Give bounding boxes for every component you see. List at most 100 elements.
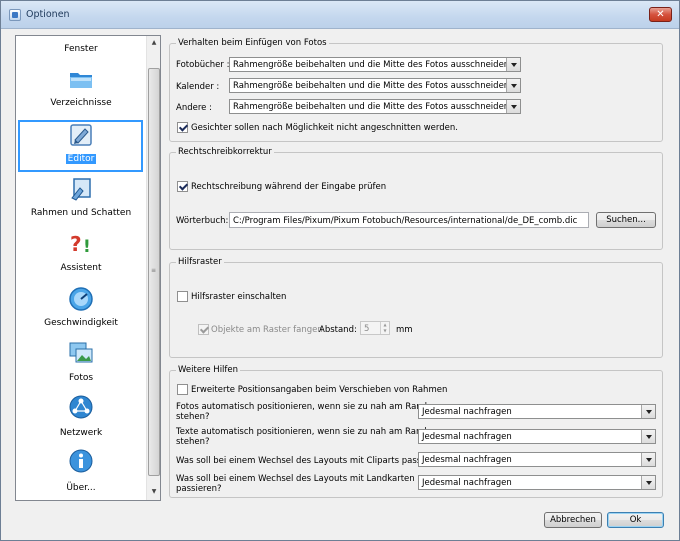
folder-icon (70, 73, 92, 88)
nav-label: Fenster (64, 44, 98, 54)
nav-item-netzwerk[interactable]: Netzwerk (16, 428, 146, 438)
dictionary-label: Wörterbuch: (176, 216, 229, 226)
photos-icon (69, 342, 93, 363)
scroll-grip-icon: ≡ (151, 267, 157, 274)
chevron-down-icon (506, 79, 520, 92)
other-label: Andere : (176, 103, 212, 113)
nav-item-fenster[interactable]: Fenster (16, 44, 146, 54)
app-icon (9, 9, 21, 21)
maps-label: Was soll bei einem Wechsel des Layouts m… (176, 474, 415, 494)
cliparts-label: Was soll bei einem Wechsel des Layouts m… (176, 456, 448, 466)
label-line: passieren? (176, 484, 222, 494)
nav-item-fotos[interactable]: Fotos (16, 373, 146, 383)
distance-spinbox[interactable]: 5 ▲ ▼ (360, 321, 390, 335)
auto-photos-dropdown[interactable]: Jedesmal nachfragen (418, 404, 656, 419)
spinbox-arrows[interactable]: ▲ ▼ (380, 322, 389, 334)
calendar-dropdown[interactable]: Rahmengröße beibehalten und die Mitte de… (229, 78, 521, 93)
nav-label: Editor (65, 154, 97, 164)
chevron-down-icon (641, 430, 655, 443)
maps-dropdown[interactable]: Jedesmal nachfragen (418, 475, 656, 490)
search-dictionary-button[interactable]: Suchen... (596, 212, 656, 228)
scroll-up-arrow-icon[interactable]: ▲ (147, 36, 160, 50)
nav-label: Assistent (60, 263, 102, 273)
editor-icon (70, 124, 92, 146)
category-list[interactable]: Fenster Verzeichnisse Editor Rahmen und … (15, 35, 161, 501)
nav-label: Rahmen und Schatten (30, 208, 132, 218)
nav-item-editor[interactable]: Editor (16, 154, 146, 164)
dropdown-value: Jedesmal nachfragen (422, 407, 512, 417)
calendar-label: Kalender : (176, 82, 220, 92)
nav-label: Über... (66, 483, 96, 493)
scroll-thumb[interactable]: ≡ (148, 68, 160, 476)
group-legend: Rechtschreibkorrektur (176, 147, 274, 157)
nav-item-assistent[interactable]: Assistent (16, 263, 146, 273)
dropdown-value: Rahmengröße beibehalten und die Mitte de… (233, 60, 510, 70)
dropdown-value: Rahmengröße beibehalten und die Mitte de… (233, 81, 510, 91)
extended-position-label: Erweiterte Positionsangaben beim Verschi… (191, 385, 448, 395)
label-line: stehen? (176, 437, 210, 447)
dropdown-value: Jedesmal nachfragen (422, 432, 512, 442)
spinbox-value: 5 (364, 324, 370, 334)
auto-texts-dropdown[interactable]: Jedesmal nachfragen (418, 429, 656, 444)
chevron-down-icon (641, 476, 655, 489)
label-line: Was soll bei einem Wechsel des Layouts m… (176, 474, 415, 484)
group-legend: Hilfsraster (176, 257, 224, 267)
grid-enable-checkbox[interactable] (177, 291, 188, 302)
extended-position-checkbox[interactable] (177, 384, 188, 395)
frame-icon (71, 178, 91, 201)
sidebar-scrollbar[interactable]: ▲ ≡ ▼ (146, 36, 160, 500)
group-legend: Verhalten beim Einfügen von Fotos (176, 38, 329, 48)
other-dropdown[interactable]: Rahmengröße beibehalten und die Mitte de… (229, 99, 521, 114)
dropdown-value: Rahmengröße beibehalten und die Mitte de… (233, 102, 510, 112)
grid-group: Hilfsraster (169, 257, 663, 358)
options-dialog: Optionen ✕ Fenster Verzeichnisse Editor (0, 0, 680, 541)
faces-checkbox[interactable] (177, 122, 188, 133)
snap-to-grid-checkbox[interactable] (198, 324, 209, 335)
nav-item-rahmen[interactable]: Rahmen und Schatten (16, 208, 146, 218)
cliparts-dropdown[interactable]: Jedesmal nachfragen (418, 452, 656, 467)
nav-label: Netzwerk (59, 428, 103, 438)
nav-label: Verzeichnisse (50, 98, 112, 108)
chevron-down-icon (506, 100, 520, 113)
scroll-down-arrow-icon[interactable]: ▼ (147, 485, 160, 499)
dropdown-value: Jedesmal nachfragen (422, 455, 512, 465)
nav-item-verzeichnisse[interactable]: Verzeichnisse (16, 98, 146, 108)
title-bar[interactable]: Optionen ✕ (1, 1, 679, 29)
close-button[interactable]: ✕ (649, 7, 672, 22)
photobooks-label: Fotobücher : (176, 60, 230, 70)
network-icon (69, 395, 93, 419)
window-title: Optionen (26, 9, 70, 20)
assistant-icon: ? ! (70, 232, 91, 256)
distance-label: Abstand: (319, 325, 357, 335)
snap-to-grid-label: Objekte am Raster fangen (211, 325, 323, 335)
spellcheck-group: Rechtschreibkorrektur (169, 147, 663, 250)
chevron-down-icon (641, 453, 655, 466)
spin-down-icon[interactable]: ▼ (381, 328, 389, 334)
input-value: C:/Program Files/Pixum/Pixum Fotobuch/Re… (233, 216, 578, 226)
dropdown-value: Jedesmal nachfragen (422, 478, 512, 488)
label-line: stehen? (176, 412, 210, 422)
svg-text:?: ? (70, 232, 82, 256)
cancel-button[interactable]: Abbrechen (544, 512, 602, 528)
photobooks-dropdown[interactable]: Rahmengröße beibehalten und die Mitte de… (229, 57, 521, 72)
ok-button[interactable]: Ok (607, 512, 664, 528)
label-line: Texte automatisch positionieren, wenn si… (176, 427, 427, 437)
label-line: Fotos automatisch positionieren, wenn si… (176, 402, 428, 412)
nav-label: Fotos (68, 373, 94, 383)
svg-text:!: ! (83, 237, 91, 256)
faces-label: Gesichter sollen nach Möglichkeit nicht … (191, 123, 458, 133)
chevron-down-icon (506, 58, 520, 71)
auto-photos-label: Fotos automatisch positionieren, wenn si… (176, 402, 427, 422)
nav-label: Geschwindigkeit (44, 318, 118, 328)
grid-enable-label: Hilfsraster einschalten (191, 292, 287, 302)
auto-texts-label: Texte automatisch positionieren, wenn si… (176, 427, 427, 447)
nav-item-geschwindigkeit[interactable]: Geschwindigkeit (16, 318, 146, 328)
spellcheck-label: Rechtschreibung während der Eingabe prüf… (191, 182, 387, 192)
dictionary-path-input[interactable]: C:/Program Files/Pixum/Pixum Fotobuch/Re… (229, 212, 589, 228)
nav-item-ueber[interactable]: Über... (16, 483, 146, 493)
chevron-down-icon (641, 405, 655, 418)
group-legend: Weitere Hilfen (176, 365, 241, 375)
info-icon (69, 449, 93, 473)
spellcheck-checkbox[interactable] (177, 181, 188, 192)
distance-unit: mm (396, 325, 413, 335)
